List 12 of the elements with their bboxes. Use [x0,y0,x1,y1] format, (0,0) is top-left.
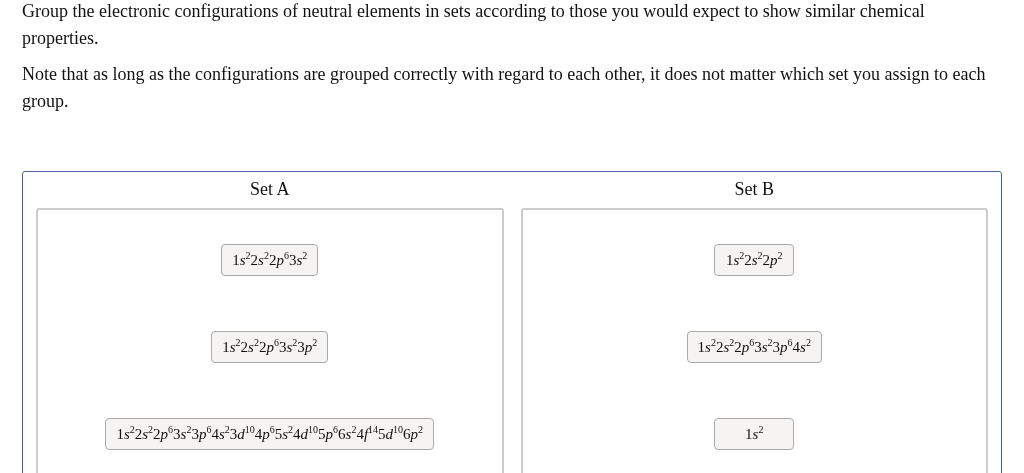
configuration-chip[interactable]: 1s$^{2}$2s$^{2}$2p$^{6}$3s$^{2}$3p$^{2}$ [211,331,329,363]
configuration-chip[interactable]: 1s$^{2}$2s$^{2}$2p$^{6}$3s$^{2}$3p$^{6}$4s$^{2}$ [686,331,822,363]
set-title: Set A [249,178,291,201]
configuration-chip[interactable]: 1s$^{2}$2s$^{2}$2p$^{6}$3s$^{2}$3p$^{6}$4s$^{2}$3d$^{10}$4p$^{6}$5s$^{2}$4d$^{10}$5p$^{6}$6s$^{2}$4f$^{14}$5d$^{10}$6p$^{2}$ [105,418,435,450]
set-title: Set B [733,178,775,201]
configuration-chip[interactable]: 1s$^{2}$2s$^{2}$2p$^{6}$3s$^{2}$ [221,244,319,276]
configuration-chip[interactable]: 1s$^{2}$ [714,418,795,450]
configuration-chip[interactable]: 1s$^{2}$2s$^{2}$2p$^{2}$ [714,244,795,276]
drop-zone[interactable]: 1s$^{2}$2s$^{2}$2p$^{6}$3s$^{2}$ 1s$^{2}$2s$^{2}$2p$^{6}$3s$^{2}$3p$^{2}$ 1s$^{2}$2s$^{2}$2p$^{6}$3s$^{2}$3p$^{6}$4s$^{2}$3d$^{10}$4p$^{6}$5s$^{2}$4d$^{10}$5p$^{6}$6s$^{2}$4f$^{14}$5d$^{10}$6p$^{2}$ [36,208,504,473]
instruction-text: Group the electronic configurations of neutral elements in sets according to those you would expect to show similar chemical properties. [22,0,926,50]
drop-zone[interactable]: 1s$^{2}$2s$^{2}$2p$^{2}$ 1s$^{2}$2s$^{2}$2p$^{6}$3s$^{2}$3p$^{6}$4s$^{2}$ 1s$^{2}$ [520,208,988,473]
instruction-text: Note that as long as the configurations are grouped correctly with regard to each other, it does not matter which set you assign to each group. [22,63,987,113]
